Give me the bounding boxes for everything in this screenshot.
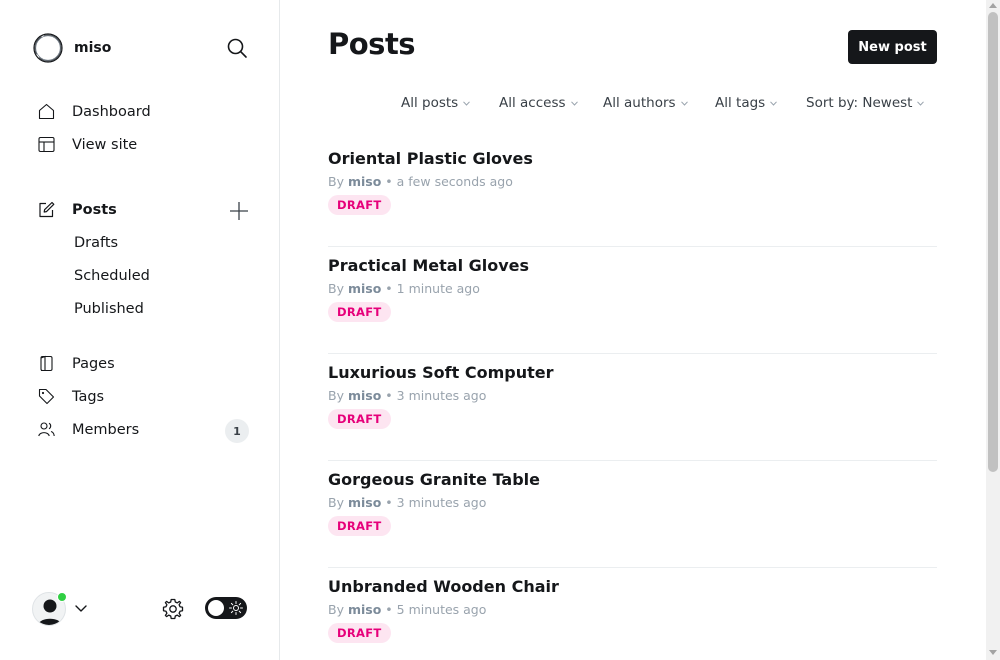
post-by: By — [328, 602, 344, 617]
nav-posts[interactable]: Posts — [38, 201, 117, 218]
post-title[interactable]: Practical Metal Gloves — [328, 256, 529, 275]
post-row[interactable]: Gorgeous Granite Table By miso • 3 minut… — [328, 461, 937, 568]
sidebar: miso Dashboard View site Posts Drafts Sc… — [0, 0, 280, 660]
filter-tags[interactable]: All tags — [715, 95, 778, 111]
nav-view-site[interactable]: View site — [38, 136, 137, 153]
chevron-down-icon — [770, 100, 778, 106]
sun-icon — [229, 601, 243, 615]
scroll-up-arrow-icon[interactable] — [989, 3, 997, 8]
sidebar-footer — [32, 592, 248, 626]
post-time: • a few seconds ago — [385, 174, 513, 189]
post-author: miso — [347, 388, 382, 403]
nav-members-label: Members — [72, 421, 140, 438]
filter-tags-label: All tags — [715, 95, 766, 111]
status-badge: DRAFT — [328, 195, 391, 215]
subnav-drafts[interactable]: Drafts — [74, 235, 118, 251]
post-time: • 5 minutes ago — [385, 602, 487, 617]
post-meta: By miso • 3 minutes ago — [328, 495, 486, 510]
post-title[interactable]: Luxurious Soft Computer — [328, 363, 553, 382]
scroll-down-arrow-icon[interactable] — [989, 650, 997, 655]
main-content: Posts New post All posts All access All … — [280, 0, 986, 660]
post-row[interactable]: Practical Metal Gloves By miso • 1 minut… — [328, 247, 937, 354]
members-count-badge: 1 — [225, 419, 249, 443]
subnav-published[interactable]: Published — [74, 301, 144, 317]
post-meta: By miso • 1 minute ago — [328, 281, 480, 296]
gear-icon[interactable] — [161, 597, 185, 621]
page-icon — [40, 355, 53, 372]
post-author: miso — [347, 602, 382, 617]
post-row[interactable]: Unbranded Wooden Chair By miso • 5 minut… — [328, 568, 937, 660]
nav-pages[interactable]: Pages — [38, 355, 115, 372]
chevron-down-icon — [680, 100, 688, 106]
post-meta: By miso • 3 minutes ago — [328, 388, 486, 403]
nav-tags-label: Tags — [72, 388, 105, 405]
brand[interactable]: miso — [32, 32, 111, 64]
filter-type-label: All posts — [401, 95, 459, 111]
post-time: • 1 minute ago — [385, 281, 480, 296]
post-title[interactable]: Unbranded Wooden Chair — [328, 577, 559, 596]
nav-dashboard[interactable]: Dashboard — [38, 103, 151, 120]
post-list: Oriental Plastic Gloves By miso • a few … — [328, 140, 937, 660]
nav-tags[interactable]: Tags — [38, 388, 104, 405]
post-by: By — [328, 174, 344, 189]
search-icon[interactable] — [226, 37, 248, 59]
site-name: miso — [74, 40, 112, 56]
status-badge: DRAFT — [328, 302, 391, 322]
post-time: • 3 minutes ago — [385, 388, 487, 403]
filter-authors-label: All authors — [603, 95, 676, 111]
chevron-down-icon — [570, 100, 578, 106]
post-meta: By miso • a few seconds ago — [328, 174, 513, 189]
post-author: miso — [347, 281, 382, 296]
post-meta: By miso • 5 minutes ago — [328, 602, 486, 617]
post-title[interactable]: Gorgeous Granite Table — [328, 470, 540, 489]
filter-access-label: All access — [499, 95, 566, 111]
post-by: By — [328, 281, 344, 296]
chevron-down-icon[interactable] — [74, 601, 88, 615]
new-post-button[interactable]: New post — [848, 30, 937, 64]
post-row[interactable]: Oriental Plastic Gloves By miso • a few … — [328, 140, 937, 247]
filter-type[interactable]: All posts — [401, 95, 471, 111]
members-icon — [38, 422, 55, 437]
nav-members[interactable]: Members — [38, 421, 139, 438]
status-badge: DRAFT — [328, 516, 391, 536]
post-title[interactable]: Oriental Plastic Gloves — [328, 149, 533, 168]
post-time: • 3 minutes ago — [385, 495, 487, 510]
post-author: miso — [347, 174, 382, 189]
filter-authors[interactable]: All authors — [603, 95, 688, 111]
status-badge: DRAFT — [328, 623, 391, 643]
scrollbar[interactable] — [986, 0, 1000, 660]
status-badge: DRAFT — [328, 409, 391, 429]
nav-dashboard-label: Dashboard — [72, 103, 151, 120]
filter-sort[interactable]: Sort by: Newest — [806, 95, 925, 111]
filter-access[interactable]: All access — [499, 95, 578, 111]
filter-bar: All posts All access All authors All tag… — [280, 95, 986, 113]
post-by: By — [328, 388, 344, 403]
layout-icon — [38, 136, 55, 153]
brand-ring-icon — [33, 33, 63, 63]
nav-pages-label: Pages — [72, 355, 115, 372]
post-row[interactable]: Luxurious Soft Computer By miso • 3 minu… — [328, 354, 937, 461]
subnav-scheduled[interactable]: Scheduled — [74, 268, 150, 284]
page-title: Posts — [328, 27, 416, 61]
post-by: By — [328, 495, 344, 510]
plus-icon[interactable] — [228, 200, 250, 222]
toggle-knob — [208, 600, 224, 616]
home-icon — [38, 103, 55, 120]
post-author: miso — [347, 495, 382, 510]
chevron-down-icon — [463, 100, 471, 106]
filter-sort-label: Sort by: Newest — [806, 95, 913, 111]
nav-view-site-label: View site — [72, 136, 138, 153]
scrollbar-thumb[interactable] — [988, 12, 998, 472]
edit-icon — [39, 201, 55, 218]
nav-posts-label: Posts — [72, 201, 117, 218]
dark-mode-toggle[interactable] — [205, 597, 247, 619]
online-status-dot — [57, 592, 67, 602]
tag-icon — [38, 388, 55, 405]
chevron-down-icon — [917, 100, 925, 106]
